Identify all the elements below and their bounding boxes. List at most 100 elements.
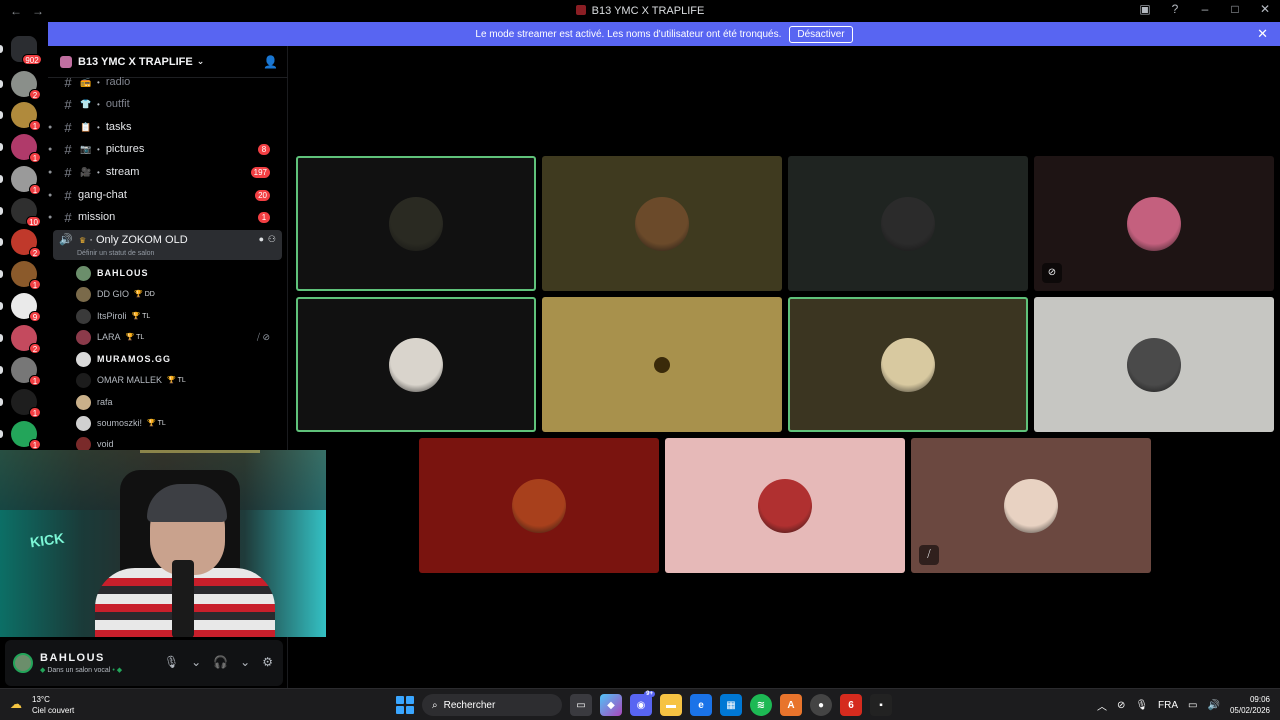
tray-chevron-up-icon[interactable]: ︿ [1097,698,1107,713]
participant-tile[interactable] [296,297,536,432]
server-icon-11[interactable]: 1 [11,389,41,418]
channel-mission[interactable]: ● # mission 1 [48,207,282,227]
minimize-icon[interactable]: – [1190,2,1220,16]
voice-user[interactable]: MURAMOS.GG [76,349,276,369]
participant-avatar [881,337,935,392]
unread-pill [0,143,3,151]
network-icon[interactable]: ▭ [1188,700,1197,711]
channel-radio[interactable]: # 📻 • radio [48,72,282,92]
task-view-icon[interactable]: ▭ [570,694,592,716]
unread-pill [0,45,3,53]
inbox-icon[interactable]: ▣ [1130,2,1160,16]
tray-app-icon[interactable]: ⊘ [1117,700,1125,711]
app-b13-icon[interactable]: ▪ [870,694,892,716]
server-icon-12[interactable]: 1 [11,421,41,450]
clock[interactable]: 09:06 05/02/2026 [1230,694,1270,716]
participant-tile[interactable]: ⊘ [1034,156,1274,291]
mention-count-badge: 197 [250,166,270,178]
channel-name: radio [105,76,131,88]
user-panel: BAHLOUS ◆ Dans un salon vocal • ◆ 🎙 ⌄ 🎧 … [5,640,283,686]
language-indicator[interactable]: FRA [1158,700,1178,711]
close-window-icon[interactable]: ✕ [1250,2,1280,16]
server-icon-9[interactable]: 2 [11,325,41,354]
obs-icon[interactable]: ● [810,694,832,716]
server-icon-1[interactable]: 2 [11,71,41,100]
user-name: BAHLOUS [40,652,105,664]
copilot-icon[interactable]: ◆ [600,694,622,716]
server-icon-7[interactable]: 1 [11,261,41,290]
channel-name: outfit [105,98,130,110]
server-icon-6[interactable]: 2 [11,229,41,258]
mic-options-chevron-icon[interactable]: ⌄ [191,655,201,669]
voice-channel-only-zokom[interactable]: 🔊 ♛ · Only ZOKOM OLD Définir un statut d… [53,230,282,260]
disable-streamer-button[interactable]: Désactiver [789,25,853,43]
server-icon-8[interactable]: 9 [11,293,41,322]
channel-emoji-icon: 📻 [80,76,92,87]
user-avatar[interactable] [13,653,33,673]
participant-tile[interactable] [665,438,905,573]
voice-user-avatar [76,308,91,324]
participant-tile[interactable] [542,156,782,291]
voice-user[interactable]: DD GIO 🏆 DD [76,284,276,304]
voice-user[interactable]: ItsPiroli 🏆 TL [76,306,276,326]
channel-gang-chat[interactable]: ● # gang-chat 20 [48,185,282,205]
add-member-icon[interactable]: 👤 [263,55,278,69]
file-explorer-icon[interactable]: ▬ [660,694,682,716]
participant-tile[interactable] [296,156,536,291]
headphones-icon[interactable]: 🎧 [213,655,228,669]
unread-dot-icon: ● [48,145,53,153]
server-badge: 10 [26,216,41,227]
channel-pictures[interactable]: ● # 📷 • pictures 8 [48,139,282,159]
participant-tile[interactable] [542,297,782,432]
server-icon-10[interactable]: 1 [11,357,41,386]
tray-mic-icon[interactable]: 🎙 [1135,700,1148,711]
participant-avatar [881,196,935,251]
channel-name: gang-chat [78,189,127,201]
microphone-icon[interactable]: 🎙 [164,655,179,669]
voice-user[interactable]: soumoszki! 🏆 TL [76,413,276,433]
voice-user[interactable]: OMAR MALLEK 🏆 TL [76,370,276,390]
participant-tile[interactable] [788,156,1028,291]
spotify-icon[interactable]: ≋ [750,694,772,716]
participant-avatar [635,196,689,251]
voice-user[interactable]: rafa [76,392,276,412]
participant-tile[interactable]: ⧸ [911,438,1151,573]
server-icon-5[interactable]: 10 [11,198,41,227]
participant-tile[interactable] [788,297,1028,432]
server-icon-4[interactable]: 1 [11,166,41,195]
settings-gear-icon[interactable]: ⚙ [262,655,273,669]
server-icon-3[interactable]: 1 [11,134,41,163]
channel-tasks[interactable]: ● # 📋 • tasks [48,117,282,137]
hash-icon: # [64,187,72,203]
channel-stream[interactable]: ● # 🎥 • stream 197 [48,162,282,182]
taskbar-search[interactable]: ⌕ Rechercher [422,694,562,716]
weather-cloud-icon: ☁ [10,697,22,711]
maximize-icon[interactable]: □ [1220,2,1250,16]
riot-icon[interactable]: 6 [840,694,862,716]
audio-options-chevron-icon[interactable]: ⌄ [240,655,250,669]
streamer-webcam: KICK [0,450,326,637]
hash-icon: # [64,164,72,180]
voice-user[interactable]: BAHLOUS [76,263,276,283]
help-icon[interactable]: ? [1160,2,1190,16]
invite-icon[interactable]: ⚇ [268,234,276,245]
channel-outfit[interactable]: # 👕 • outfit [48,94,282,114]
voice-user[interactable]: LARA 🏆 TL ⧸ ⊘ [76,327,276,347]
participant-tile[interactable] [1034,297,1274,432]
chat-bubble-icon[interactable]: ● [259,234,264,244]
discord-home-icon[interactable]: 902 [11,36,42,65]
participant-tile[interactable] [419,438,659,573]
server-icon-2[interactable]: 1 [11,102,41,131]
edge-icon[interactable]: e [690,694,712,716]
store-icon[interactable]: ▦ [720,694,742,716]
weather-widget[interactable]: ☁ 13°C Ciel couvert [10,694,74,716]
discord-icon[interactable]: ◉ 9+ [630,691,655,716]
windows-start-icon[interactable] [396,696,414,714]
app-a-icon[interactable]: A [780,694,802,716]
participant-avatar [654,356,670,373]
user-tag: 🏆 TL [131,313,151,320]
channel-name: tasks [105,121,132,133]
voice-channel-status[interactable]: Définir un statut de salon [77,250,154,257]
close-banner-icon[interactable]: ✕ [1257,26,1268,42]
volume-icon[interactable]: 🔊 [1208,700,1220,711]
